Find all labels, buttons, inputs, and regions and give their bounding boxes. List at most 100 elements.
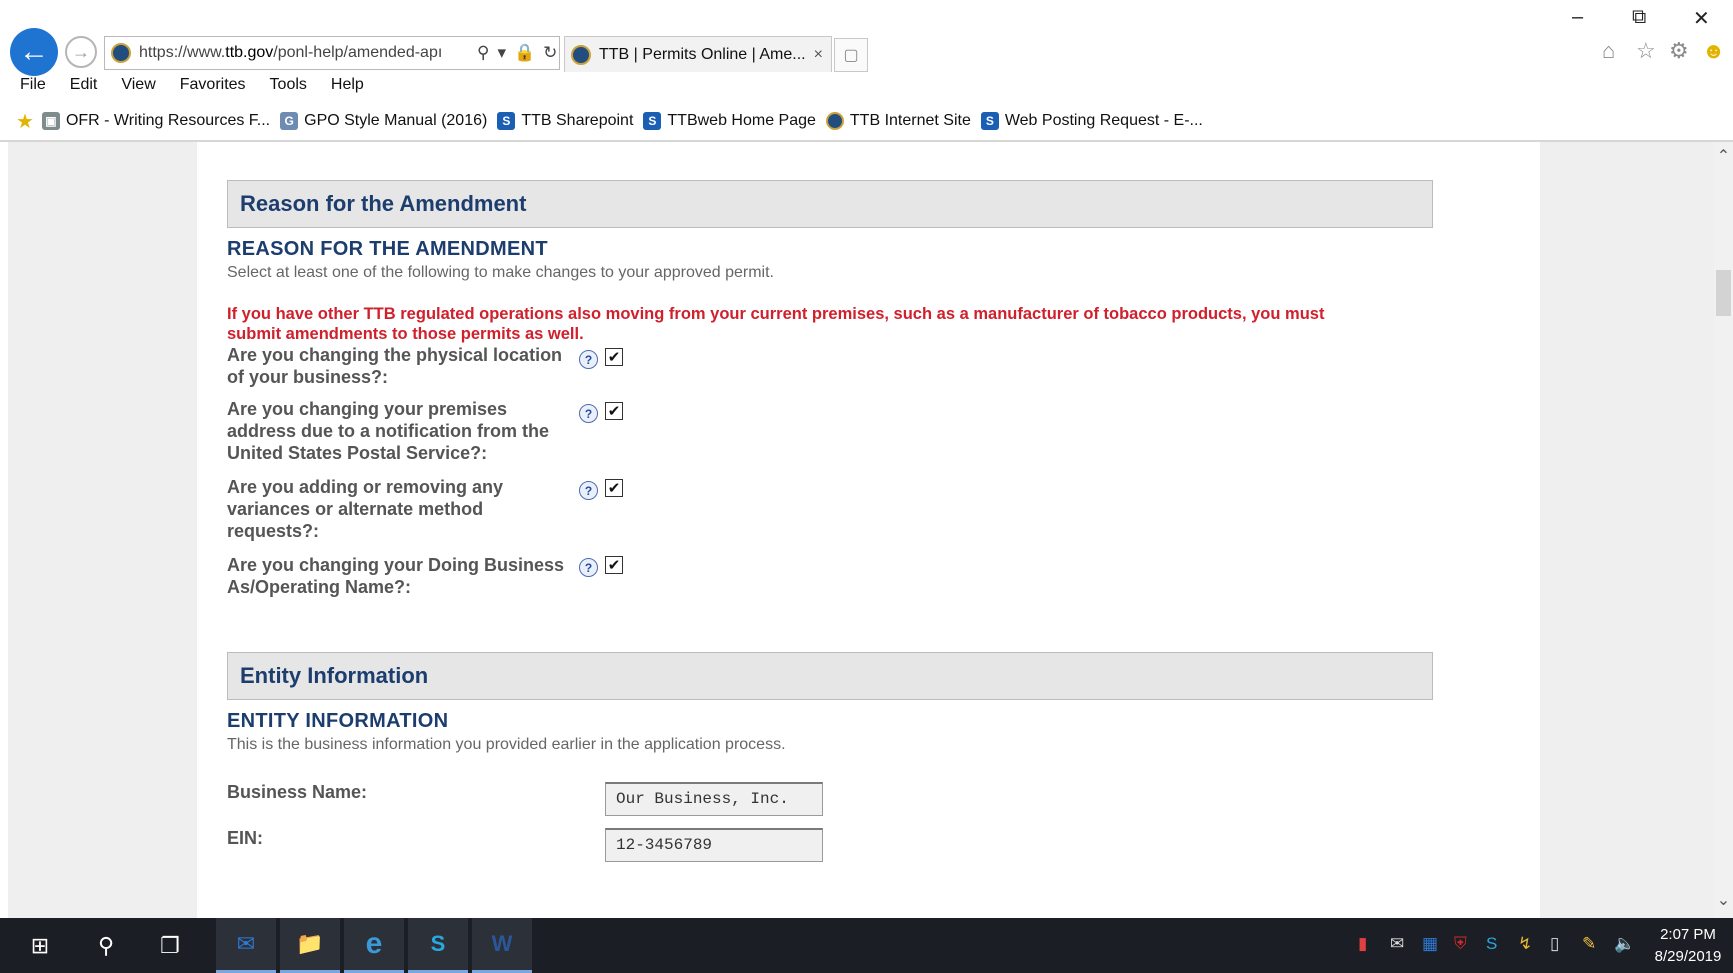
page-viewport: Reason for the Amendment REASON FOR THE … [8,142,1714,918]
help-icon[interactable]: ? [579,481,598,500]
question-variances: Are you adding or removing any variances… [227,477,504,541]
sharepoint-icon: S [980,112,999,130]
checkmark-icon: ✔ [607,402,621,420]
word-icon: W [491,931,513,956]
clock-time: 2:07 PM [1660,926,1716,943]
mcafee-shield-icon[interactable]: ⛨ [1454,934,1467,954]
checkmark-icon: ✔ [607,348,621,366]
checkmark-icon: ✔ [607,479,621,497]
menu-favorites[interactable]: Favorites [180,76,246,102]
sharepoint-icon: S [643,112,662,130]
folder-icon: 📁 [296,931,324,956]
taskbar-outlook[interactable]: ✉ [216,918,276,973]
checkbox-dba-name[interactable]: ✔ [605,556,623,574]
entity-section-header: Entity Information [227,652,1433,700]
entity-description: This is the business information you pro… [227,736,786,753]
taskbar-word[interactable]: W [472,918,532,973]
close-window-icon[interactable]: ✕ [1693,6,1710,31]
checkbox-physical-location[interactable]: ✔ [605,348,623,366]
vertical-scrollbar[interactable]: ⌃ ⌄ [1714,142,1733,918]
new-tab-button[interactable]: ▢ [834,38,868,72]
lock-icon[interactable]: 🔒 [514,43,535,63]
tab-title: TTB | Permits Online | Ame... [599,45,806,63]
scroll-up-icon[interactable]: ⌃ [1714,146,1733,166]
reason-description: Select at least one of the following to … [227,264,774,281]
usb-device-icon[interactable]: ▯ [1550,934,1559,954]
reason-heading: REASON FOR THE AMENDMENT [227,238,548,260]
start-button[interactable]: ⊞ [18,918,62,973]
question-usps-address: Are you changing your premises address d… [227,399,550,463]
refresh-icon[interactable]: ↻ [543,43,557,63]
notepad-tray-icon[interactable]: ✎ [1582,934,1596,954]
tray-app-icon[interactable]: ▮ [1358,934,1367,954]
dropdown-icon[interactable]: ▾ [497,43,506,63]
sharepoint-icon: S [497,112,516,130]
task-view-button[interactable]: ❐ [148,918,192,973]
page-content: Reason for the Amendment REASON FOR THE … [197,142,1540,918]
taskbar-skype[interactable]: S [408,918,468,973]
clock-date: 8/29/2019 [1654,948,1722,965]
scroll-down-icon[interactable]: ⌄ [1714,890,1733,910]
entity-heading: ENTITY INFORMATION [227,710,449,732]
close-tab-icon[interactable]: × [814,46,823,64]
outlook-icon: ✉ [236,931,256,956]
menu-view[interactable]: View [121,76,155,102]
windows-taskbar: ⊞ ⚲ ❐ ✉ 📁 e S W ▮ ✉ ▦ ⛨ S ↯ ▯ ✎ 🔈 2:07 P… [0,918,1733,973]
outlook-tray-icon[interactable]: ▦ [1422,934,1438,954]
help-icon[interactable]: ? [579,404,598,423]
favorites-star-icon[interactable]: ☆ [1636,38,1656,64]
windows-logo-icon: ⊞ [30,932,50,958]
taskbar-internet-explorer[interactable]: e [344,918,404,973]
checkbox-usps-address[interactable]: ✔ [605,402,623,420]
scroll-thumb[interactable] [1716,270,1731,316]
menu-edit[interactable]: Edit [70,76,98,102]
address-url[interactable]: https://www.ttb.gov/ponl-help/amended-ap… [139,44,469,62]
checkmark-icon: ✔ [607,556,621,574]
checkbox-variances[interactable]: ✔ [605,479,623,497]
favorites-bar: ★ ▣ OFR - Writing Resources F... G GPO S… [0,108,1733,134]
entity-section-bar-title: Entity Information [240,663,429,688]
menu-tools[interactable]: Tools [270,76,307,102]
volume-icon[interactable]: 🔈 [1614,934,1635,954]
favorite-link-ofr[interactable]: ▣ OFR - Writing Resources F... [41,112,270,130]
home-icon[interactable]: ⌂ [1602,38,1615,64]
gpo-icon: G [280,112,299,130]
reason-warning: If you have other TTB regulated operatio… [227,305,1325,343]
back-button[interactable]: ← [10,28,58,76]
task-view-icon: ❐ [160,932,180,958]
system-clock[interactable]: 2:07 PM 8/29/2019 [1648,924,1728,968]
back-arrow-icon: ← [19,35,49,68]
skype-icon: S [430,931,446,956]
menu-bar: File Edit View Favorites Tools Help [0,76,368,102]
address-bar[interactable]: https://www.ttb.gov/ponl-help/amended-ap… [104,36,560,70]
favorite-link-gpo[interactable]: G GPO Style Manual (2016) [280,112,487,130]
settings-gear-icon[interactable]: ⚙ [1669,38,1689,64]
favorite-link-ttb-internet[interactable]: TTB Internet Site [825,112,971,130]
favorites-star-add-icon[interactable]: ★ [16,109,34,134]
favorite-link-ttbweb[interactable]: S TTBweb Home Page [643,112,816,130]
tab-ttb-permits[interactable]: TTB | Permits Online | Ame... × [564,36,832,72]
forward-arrow-icon: → [72,41,90,62]
help-icon[interactable]: ? [579,558,598,577]
search-icon: ⚲ [97,932,115,958]
mail-icon[interactable]: ✉ [1390,934,1404,954]
help-icon[interactable]: ? [579,350,598,369]
site-seal-icon [111,43,131,63]
business-name-field[interactable]: Our Business, Inc. [605,782,823,816]
taskbar-file-explorer[interactable]: 📁 [280,918,340,973]
favorite-link-web-posting[interactable]: S Web Posting Request - E-... [980,112,1203,130]
search-button[interactable]: ⚲ [84,918,128,973]
tab-favicon-icon [571,44,591,65]
minimize-icon[interactable]: – [1572,6,1583,29]
internet-explorer-icon: e [365,927,383,960]
skype-tray-icon[interactable]: S [1486,934,1497,954]
restore-icon[interactable]: ⧉ [1632,6,1646,29]
menu-help[interactable]: Help [331,76,364,102]
forward-button[interactable]: → [65,36,97,68]
smiley-feedback-icon[interactable]: ☻ [1702,38,1725,64]
ein-field[interactable]: 12-3456789 [605,828,823,862]
favorite-link-ttb-sharepoint[interactable]: S TTB Sharepoint [497,112,633,130]
search-icon[interactable]: ⚲ [477,43,489,63]
network-tray-icon[interactable]: ↯ [1518,934,1532,954]
menu-file[interactable]: File [20,76,46,102]
